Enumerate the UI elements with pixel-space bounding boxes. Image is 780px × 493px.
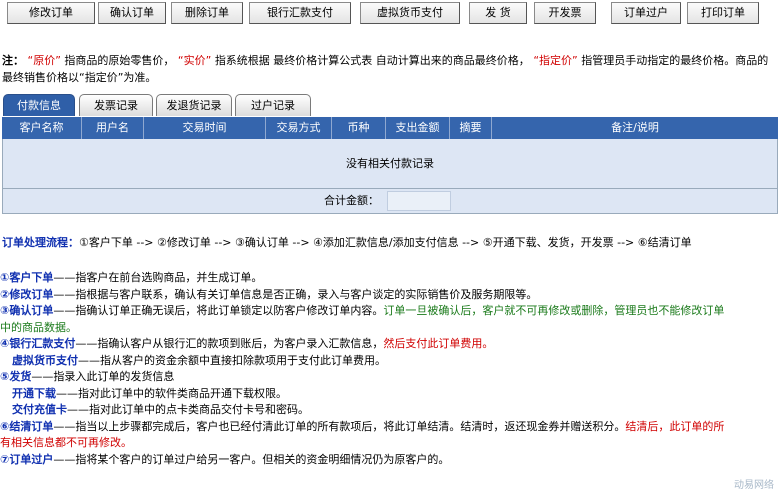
note-actual-price-text: 指系统根据 最终价格计算公式表 自动计算出来的商品最终价格， — [214, 54, 530, 67]
desc-line: ②修改订单——指根据与客户联系，确认有关订单信息是否正确，录入与客户谈定的实际销… — [0, 287, 778, 304]
total-amount-value — [387, 191, 451, 211]
desc-line: 开通下载——指对此订单中的软件类商品开通下载权限。 — [0, 386, 778, 403]
payment-table-header: 客户名称 用户名 交易时间 交易方式 币种 支出金额 摘要 备注/说明 — [2, 117, 778, 139]
col-transaction-time: 交易时间 — [144, 117, 266, 139]
price-note: 注： “原价” 指商品的原始零售价， “实价” 指系统根据 最终价格计算公式表 … — [2, 52, 778, 86]
bank-transfer-pay-button[interactable]: 银行汇款支付 — [249, 2, 351, 24]
total-amount-row: 合计金额： — [2, 188, 778, 214]
desc-title: 交付充值卡 — [12, 403, 67, 416]
desc-text: ——指对此订单中的点卡类商品交付卡号和密码。 — [67, 403, 309, 416]
desc-title: ⑦订单过户 — [0, 452, 54, 466]
col-customer-name: 客户名称 — [2, 117, 82, 139]
flow-steps: ①客户下单 --> ②修改订单 --> ③确认订单 --> ④添加汇款信息/添加… — [79, 236, 692, 249]
order-toolbar: 修改订单 确认订单 删除订单 银行汇款支付 虚拟货币支付 发 货 开发票 订单过… — [0, 0, 780, 28]
desc-warning: 中的商品数据。 — [0, 320, 77, 334]
desc-line: 中的商品数据。 — [0, 320, 778, 337]
note-prefix: 注： — [2, 54, 24, 67]
desc-line: ④银行汇款支付——指确认客户从银行汇的款项到账后，为客户录入汇款信息，然后支付此… — [0, 336, 778, 353]
desc-text: ——指对此订单中的软件类商品开通下载权限。 — [56, 386, 287, 400]
desc-line: ⑤发货——指录入此订单的发货信息 — [0, 369, 778, 386]
desc-warning: 有相关信息都不可再修改。 — [0, 436, 132, 449]
modify-order-button[interactable]: 修改订单 — [7, 2, 95, 24]
desc-text: ——指确认客户从银行汇的款项到账后，为客户录入汇款信息， — [75, 337, 384, 350]
desc-title: ⑥结清订单 — [0, 419, 54, 433]
print-order-button[interactable]: 打印订单 — [687, 2, 759, 24]
desc-title: ④银行汇款支付 — [0, 337, 76, 350]
desc-line: 虚拟货币支付——指从客户的资金余额中直接扣除款项用于支付此订单费用。 — [0, 353, 778, 370]
step-descriptions: ①客户下单——指客户在前台选购商品，并生成订单。 ②修改订单——指根据与客户联系… — [0, 270, 778, 468]
desc-warning: 订单一旦被确认后，客户就不可再修改或删除，管理员也不能修改订单 — [383, 304, 725, 317]
desc-text: ——指客户在前台选购商品，并生成订单。 — [53, 271, 263, 284]
issue-invoice-button[interactable]: 开发票 — [534, 2, 596, 24]
virtual-currency-pay-button[interactable]: 虚拟货币支付 — [360, 2, 460, 24]
note-original-price-text: 指商品的原始零售价， — [64, 54, 175, 67]
col-currency: 币种 — [332, 117, 386, 139]
desc-line: ①客户下单——指客户在前台选购商品，并生成订单。 — [0, 270, 778, 287]
desc-line: ③确认订单——指确认订单正确无误后，将此订单锁定以防客户修改订单内容。订单一旦被… — [0, 303, 778, 320]
desc-text: ——指当以上步骤都完成后，客户也已经付清此订单的所有款项后，将此订单结清。结清时… — [53, 419, 626, 433]
col-transaction-method: 交易方式 — [266, 117, 332, 139]
order-process-flow: 订单处理流程：①客户下单 --> ②修改订单 --> ③确认订单 --> ④添加… — [2, 235, 778, 251]
col-expense-amount: 支出金额 — [386, 117, 450, 139]
tab-transfer-records[interactable]: 过户记录 — [235, 94, 311, 116]
col-remarks: 备注/说明 — [611, 121, 659, 134]
confirm-order-button[interactable]: 确认订单 — [98, 2, 166, 24]
desc-title: ③确认订单 — [0, 304, 54, 317]
note-actual-price-term: “实价” — [177, 54, 212, 67]
desc-warning: 结清后，此订单的所 — [625, 419, 725, 433]
transfer-order-button[interactable]: 订单过户 — [611, 2, 681, 24]
desc-text: ——指确认订单正确无误后，将此订单锁定以防客户修改订单内容。 — [53, 304, 384, 317]
desc-line: 交付充值卡——指对此订单中的点卡类商品交付卡号和密码。 — [0, 402, 778, 419]
col-username: 用户名 — [82, 117, 144, 139]
col-summary: 摘要 — [450, 117, 492, 139]
desc-line: ⑥结清订单——指当以上步骤都完成后，客户也已经付清此订单的所有款项后，将此订单结… — [0, 419, 778, 436]
desc-line: ⑦订单过户——指将某个客户的订单过户给另一客户。但相关的资金明细情况仍为原客户的… — [0, 452, 778, 469]
watermark-logo: 动易网络 — [734, 480, 774, 491]
desc-title: 开通下载 — [12, 386, 56, 400]
desc-title: 虚拟货币支付 — [12, 353, 78, 367]
desc-line: 有相关信息都不可再修改。 — [0, 435, 778, 452]
desc-text: ——指将某个客户的订单过户给另一客户。但相关的资金明细情况仍为原客户的。 — [53, 452, 450, 466]
tab-invoice-records[interactable]: 发票记录 — [79, 94, 153, 116]
note-specified-price-term: “指定价” — [533, 54, 578, 67]
desc-text: ——指根据与客户联系，确认有关订单信息是否正确，录入与客户谈定的实际销售价及服务… — [53, 287, 538, 301]
desc-text: ——指从客户的资金余额中直接扣除款项用于支付此订单费用。 — [78, 353, 386, 367]
tab-shipping-records[interactable]: 发退货记录 — [156, 94, 232, 116]
desc-title: ⑤发货 — [0, 370, 32, 383]
desc-title: ②修改订单 — [0, 287, 54, 301]
flow-label: 订单处理流程： — [2, 236, 79, 249]
desc-text: ——指录入此订单的发货信息 — [31, 370, 175, 383]
total-amount-label: 合计金额： — [324, 194, 379, 207]
desc-warning: 然后支付此订单费用。 — [383, 337, 494, 350]
delete-order-button[interactable]: 删除订单 — [171, 2, 243, 24]
tab-payment-info[interactable]: 付款信息 — [3, 94, 75, 116]
empty-records-message: 没有相关付款记录 — [2, 139, 778, 188]
note-original-price-term: “原价” — [27, 54, 61, 67]
desc-title: ①客户下单 — [0, 271, 54, 284]
ship-goods-button[interactable]: 发 货 — [469, 2, 527, 24]
